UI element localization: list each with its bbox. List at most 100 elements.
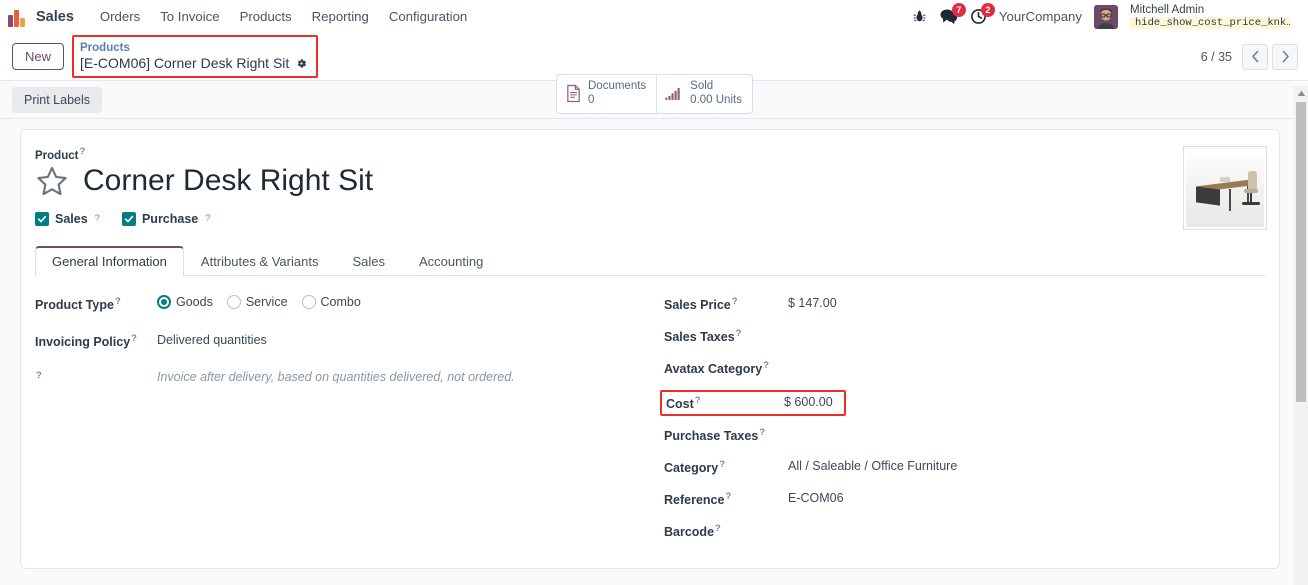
field-label-sales-taxes: Sales Taxes? [664,326,788,344]
field-value-category[interactable]: All / Saleable / Office Furniture [788,457,957,473]
product-field-label-text: Product [35,149,79,162]
tab-attributes-variants[interactable]: Attributes & Variants [184,246,336,276]
help-icon-sales-taxes[interactable]: ? [736,328,742,339]
field-label-purchase-taxes: Purchase Taxes? [664,425,788,443]
field-label-text-avatax-category: Avatax Category [664,361,763,376]
breadcrumb-parent-products[interactable]: Products [80,41,308,55]
radio-goods[interactable]: Goods [157,294,213,309]
nav-item-configuration[interactable]: Configuration [379,5,477,28]
help-icon-product-type[interactable]: ? [115,296,121,307]
help-icon-barcode[interactable]: ? [715,523,721,534]
form-area: Product? Corner Desk Right Sit Sales? Pu… [0,119,1308,585]
checkbox-sales[interactable]: Sales? [35,211,100,226]
help-icon-invoicing-hint[interactable]: ? [36,370,42,381]
field-label-invoicing-hint: ? [35,368,157,386]
navbar-right-group: 7 2 YourCompany Mitchell Admin hide_show… [912,3,1298,30]
nav-item-to-invoice[interactable]: To Invoice [150,5,229,28]
bar-chart-icon [665,88,680,101]
notebook-tabs: General Information Attributes & Variant… [35,245,1265,276]
field-value-reference[interactable]: E-COM06 [788,489,844,505]
field-label-barcode: Barcode? [664,521,788,539]
nav-app-name[interactable]: Sales [36,9,74,25]
stat-button-documents[interactable]: Documents 0 [557,75,656,113]
user-name: Mitchell Admin [1130,3,1205,16]
messages-badge: 7 [951,3,966,17]
field-avatax-category: Avatax Category? [664,358,1235,389]
check-icon-purchase [121,211,136,226]
radio-combo[interactable]: Combo [301,294,361,309]
checkbox-purchase[interactable]: Purchase? [121,211,211,226]
tab-sales[interactable]: Sales [335,246,402,276]
pager-previous-button[interactable] [1242,43,1268,70]
help-icon-reference[interactable]: ? [725,491,731,502]
breadcrumb: Products [E-COM06] Corner Desk Right Sit [72,34,319,79]
field-value-sales-price[interactable]: $ 147.00 [788,294,837,310]
field-label-invoicing-policy: Invoicing Policy? [35,331,157,349]
right-field-column: Sales Price? $ 147.00 Sales Taxes? Avata… [650,294,1265,553]
odoo-logo-icon[interactable] [8,7,28,27]
field-invoicing-policy: Invoicing Policy? Delivered quantities [35,331,620,362]
database-name: hide_show_cost_price_knk… [1130,17,1290,30]
checkbox-label-purchase: Purchase [141,211,199,226]
help-icon-purchase-taxes[interactable]: ? [759,427,765,438]
nav-item-products[interactable]: Products [230,5,302,28]
stat-label-sold: Sold [690,80,714,92]
new-button[interactable]: New [12,43,65,70]
field-label-text-category: Category [664,460,719,475]
help-icon-cost[interactable]: ? [695,395,701,406]
scroll-up-arrow-icon[interactable] [1294,86,1308,100]
help-icon-purchase[interactable]: ? [205,213,210,224]
help-icon-invoicing-policy[interactable]: ? [131,333,137,344]
print-labels-button[interactable]: Print Labels [12,86,103,113]
help-icon-product[interactable]: ? [79,146,85,157]
help-icon-category[interactable]: ? [719,459,725,470]
field-label-reference: Reference? [664,489,788,507]
avatar[interactable] [1094,4,1118,29]
field-label-product-type: Product Type? [35,294,157,312]
page-title[interactable]: Corner Desk Right Sit [83,164,373,197]
bug-icon[interactable] [912,9,927,24]
company-switcher[interactable]: YourCompany [999,9,1082,24]
vertical-scrollbar[interactable] [1294,86,1308,585]
help-icon-sales-price[interactable]: ? [732,296,738,307]
help-icon-avatax-category[interactable]: ? [763,360,769,371]
field-label-text-barcode: Barcode [664,524,715,539]
tab-accounting[interactable]: Accounting [402,246,500,276]
tab-general-information[interactable]: General Information [35,245,184,276]
user-menu[interactable]: Mitchell Admin hide_show_cost_price_knk… [1130,3,1290,30]
field-value-invoicing-policy[interactable]: Delivered quantities [157,331,267,347]
radio-label-combo: Combo [320,294,361,309]
field-label-cost: Cost? [666,395,784,411]
breadcrumb-current: [E-COM06] Corner Desk Right Sit [80,55,308,73]
stat-button-sold[interactable]: Sold 0.00 Units [656,75,752,113]
field-category: Category? All / Saleable / Office Furnit… [664,457,1235,488]
check-icon-sales [35,211,49,226]
stat-value-sold: 0.00 Units [690,93,742,106]
field-sales-price: Sales Price? $ 147.00 [664,294,1235,325]
radio-service[interactable]: Service [226,294,288,309]
stat-buttons: Documents 0 Sold 0.00 Units [556,74,753,114]
nav-item-orders[interactable]: Orders [90,5,150,28]
field-barcode: Barcode? [664,521,1235,552]
field-value-cost[interactable]: $ 600.00 [784,395,833,409]
field-label-text-reference: Reference [664,492,725,507]
scrollbar-thumb[interactable] [1296,102,1306,402]
top-navbar: Sales Orders To Invoice Products Reporti… [0,0,1308,33]
radio-group-product-type: Goods Service Combo [157,294,361,309]
product-image[interactable] [1183,146,1267,230]
help-icon-sales[interactable]: ? [95,213,100,224]
activities-clock-icon[interactable]: 2 [970,3,995,25]
pager-next-button[interactable] [1272,43,1298,70]
field-label-sales-price: Sales Price? [664,294,788,312]
left-field-column: Product Type? Goods Service Combo Invoic… [35,294,650,553]
field-sales-taxes: Sales Taxes? [664,326,1235,357]
field-cost-wrapper: Cost? $ 600.00 [660,389,1235,421]
field-invoicing-hint: ? Invoice after delivery, based on quant… [35,368,620,399]
pager: 6 / 35 [1201,43,1298,70]
gear-icon[interactable] [295,57,308,70]
field-label-text-sales-taxes: Sales Taxes [664,329,735,344]
star-outline-icon[interactable] [35,164,69,198]
nav-item-reporting[interactable]: Reporting [302,5,379,28]
messages-icon[interactable]: 7 [939,3,966,25]
field-label-text-sales-price: Sales Price [664,297,731,312]
